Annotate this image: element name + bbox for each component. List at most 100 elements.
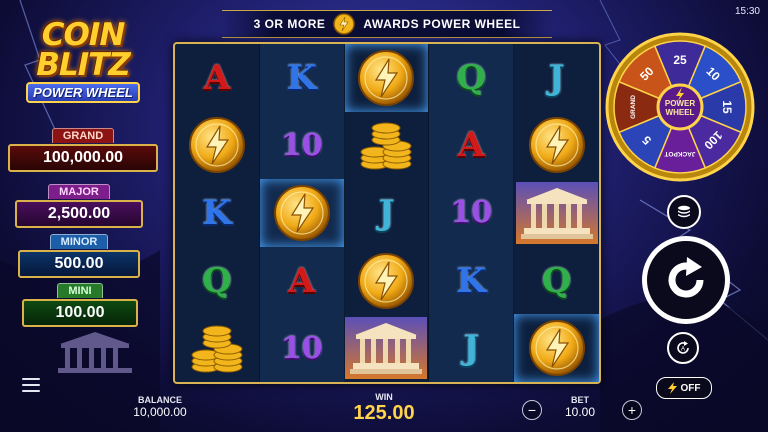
wheel-segment-label: GRAND	[630, 95, 637, 119]
reel-cell: A	[259, 246, 345, 315]
turbo-toggle[interactable]: OFF	[656, 377, 712, 399]
feature-banner: 3 OR MORE AWARDS POWER WHEEL	[222, 10, 552, 38]
menu-button[interactable]	[22, 378, 40, 392]
symbol-a: A	[288, 260, 315, 301]
bet-increase-button[interactable]: +	[622, 400, 642, 420]
temple-symbol	[345, 317, 428, 380]
banner-left-text: 3 OR MORE	[253, 17, 326, 31]
symbol-a: A	[203, 57, 231, 98]
game-logo: COIN BLITZ POWER WHEEL	[18, 20, 148, 103]
logo-title: COIN BLITZ	[36, 17, 131, 83]
reel-cell: 10	[259, 111, 345, 180]
reel-cell: Q	[514, 247, 599, 315]
reel-cell: 10	[429, 179, 515, 247]
lightning-coin-symbol	[528, 117, 585, 174]
balance-label: BALANCE	[138, 395, 182, 405]
bet-stack-button[interactable]	[667, 195, 701, 229]
win-value: 125.00	[353, 402, 415, 424]
reel-cell	[514, 112, 599, 180]
jackpot-minor: MINOR 500.00	[18, 232, 140, 278]
logo-subtitle: POWER WHEEL	[26, 82, 140, 103]
temple-symbol	[515, 181, 598, 244]
jackpot-grand-value: 100,000.00	[8, 144, 158, 172]
symbol-k: K	[286, 57, 317, 98]
bet-label: BET	[571, 395, 589, 405]
symbol-10: 10	[280, 127, 323, 163]
balance-display: BALANCE 10,000.00	[122, 395, 198, 419]
win-display: WIN 125.00	[334, 392, 434, 425]
jackpot-minor-label: MINOR	[49, 234, 109, 249]
jackpot-mini-value: 100.00	[22, 299, 138, 327]
autoplay-icon: A	[677, 341, 689, 354]
jackpot-mini: MINI 100.00	[22, 281, 138, 327]
reel-cell	[345, 111, 430, 180]
wheel-center-label: WHEEL	[666, 108, 695, 117]
clock-time: 15:30	[734, 6, 760, 17]
symbol-j: J	[378, 192, 395, 233]
jackpot-major-label: MAJOR	[48, 184, 110, 199]
reel-cell	[514, 179, 599, 247]
reel-cell	[345, 246, 430, 315]
menu-icon	[22, 378, 40, 380]
banner-right-text: AWARDS POWER WHEEL	[363, 17, 521, 31]
lightning-coin-symbol	[358, 49, 415, 106]
temple-decoration	[58, 332, 132, 373]
reel-cell	[345, 44, 430, 112]
jackpot-major-value: 2,500.00	[15, 200, 143, 228]
reel-cell	[345, 314, 430, 382]
balance-value: 10,000.00	[133, 405, 187, 419]
jackpot-major: MAJOR 2,500.00	[15, 182, 143, 228]
lightning-coin-symbol	[188, 117, 245, 174]
reel-cell: 10	[259, 314, 345, 382]
symbol-q: Q	[541, 260, 572, 301]
wheel-center-label: POWER	[665, 99, 695, 108]
symbol-j: J	[548, 57, 565, 98]
reel-cell: A	[175, 44, 260, 112]
bet-display: BET 10.00	[550, 395, 610, 419]
win-label: WIN	[375, 392, 393, 402]
spin-icon	[668, 257, 704, 298]
reel-cell: K	[259, 44, 345, 112]
symbol-q: Q	[202, 260, 232, 301]
coin-stack-symbol	[191, 325, 243, 373]
lightning-coin-symbol	[528, 320, 585, 377]
wheel-segment-label: JACKPOT	[664, 150, 695, 157]
symbol-q: Q	[456, 57, 487, 98]
reel-cell	[175, 314, 260, 382]
symbol-k: K	[456, 260, 487, 301]
lightning-coin-symbol	[358, 252, 415, 309]
symbol-10: 10	[280, 330, 323, 366]
bet-value: 10.00	[564, 405, 596, 419]
jackpot-minor-value: 500.00	[18, 250, 140, 278]
power-wheel: 251015100JACKPOT5GRAND50POWERWHEEL	[605, 32, 755, 182]
jackpot-grand-label: GRAND	[51, 128, 115, 143]
coin-stack-symbol	[360, 122, 412, 170]
wheel-segment-label: 15	[720, 100, 734, 114]
coin-stack-icon	[678, 205, 690, 218]
bet-decrease-button[interactable]: −	[522, 400, 542, 420]
symbol-a: A	[458, 125, 485, 166]
lightning-bolt-icon	[667, 382, 677, 394]
autoplay-button[interactable]: A	[667, 332, 699, 364]
svg-text:A: A	[681, 347, 685, 353]
turbo-label: OFF	[680, 382, 701, 394]
spin-button[interactable]	[642, 236, 730, 324]
reel-cell: A	[429, 111, 515, 180]
reel-cell	[259, 179, 345, 247]
reel-cell	[514, 314, 599, 382]
reel-cell: J	[429, 314, 515, 382]
reel-grid: A K Q J 10 A K J 10 Q A K Q 10 J	[173, 42, 601, 384]
reel-cell	[175, 111, 260, 180]
wheel-segment-label: 25	[673, 53, 687, 67]
symbol-k: K	[202, 192, 232, 233]
reel-cell: K	[175, 179, 260, 247]
lightning-coin-symbol	[273, 184, 330, 241]
jackpot-grand: GRAND 100,000.00	[8, 126, 158, 172]
reel-cell: J	[345, 179, 430, 247]
symbol-10: 10	[450, 195, 493, 231]
lightning-coin-icon	[333, 13, 356, 35]
reel-cell: Q	[175, 246, 260, 315]
reel-cell: Q	[429, 44, 515, 112]
jackpot-mini-label: MINI	[57, 283, 103, 298]
reel-cell: J	[514, 44, 599, 112]
